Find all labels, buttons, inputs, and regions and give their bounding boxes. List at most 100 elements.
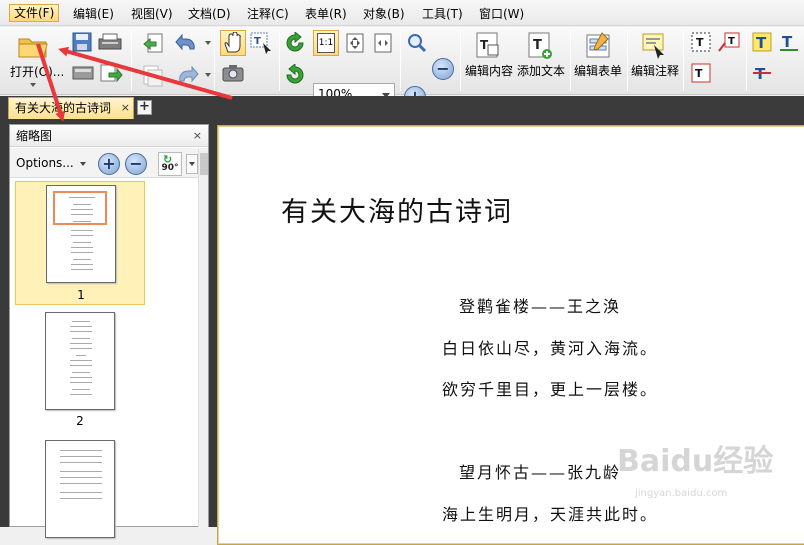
minus-icon: − — [129, 154, 143, 173]
menu-file[interactable]: 文件(F) — [9, 4, 60, 22]
edit-form-label[interactable]: 编辑表单 — [574, 62, 622, 79]
text-box-icon[interactable]: T — [689, 30, 713, 54]
thumbnails-scrollbar[interactable] — [198, 149, 208, 527]
close-icon[interactable]: × — [193, 125, 202, 147]
underline-text-icon[interactable]: T — [777, 30, 801, 54]
thumbnails-panel-header: 缩略图 × — [10, 125, 208, 147]
thumbnails-panel-title: 缩略图 — [16, 129, 53, 143]
undo-icon[interactable] — [172, 31, 202, 57]
options-label: Options... — [16, 156, 74, 170]
rotate-clockwise-icon[interactable] — [282, 30, 308, 56]
toolbar-separator — [746, 31, 747, 91]
folder-icon — [18, 38, 48, 58]
edit-content-icon[interactable]: T — [473, 30, 503, 62]
thumbnail-page-image — [45, 440, 115, 538]
redo-dropdown-caret[interactable] — [205, 73, 211, 77]
menu-window[interactable]: 窗口(W) — [475, 5, 528, 23]
svg-text:T: T — [782, 33, 793, 51]
poem-heading: 登鹳雀楼——王之涣 — [458, 297, 621, 316]
svg-text:T: T — [695, 67, 703, 80]
thumbnail-page-3[interactable] — [15, 438, 145, 538]
scan-icon[interactable] — [70, 61, 96, 85]
menu-form[interactable]: 表单(R) — [301, 5, 351, 23]
edit-form-icon[interactable] — [583, 30, 613, 62]
menu-edit[interactable]: 编辑(E) — [69, 5, 118, 23]
poem-line: 欲穷千里目，更上一层楼。 — [441, 380, 658, 399]
svg-text:T: T — [696, 36, 704, 49]
print-icon[interactable] — [96, 31, 124, 53]
chevron-down-icon — [79, 161, 86, 166]
document-tab-label: 有关大海的古诗词 — [15, 101, 112, 115]
hand-tool-button[interactable] — [220, 30, 246, 56]
edit-content-label[interactable]: 编辑内容 — [465, 62, 513, 79]
rotate-arrow-icon: ↻ — [163, 153, 173, 166]
undo-dropdown-caret[interactable] — [205, 41, 211, 45]
svg-text:T: T — [533, 38, 542, 53]
new-tab-button[interactable]: + — [137, 100, 152, 115]
options-dropdown[interactable]: Options... — [16, 154, 86, 172]
document-title: 有关大海的古诗词 — [281, 197, 513, 228]
select-text-icon[interactable]: T — [248, 30, 274, 56]
save-icon[interactable] — [70, 31, 94, 53]
menu-bar: 文件(F) 编辑(E) 视图(V) 文档(D) 注释(C) 表单(R) 对象(B… — [0, 0, 804, 26]
hand-icon — [224, 32, 241, 53]
menu-tools[interactable]: 工具(T) — [418, 5, 467, 23]
insert-page-icon[interactable] — [141, 31, 165, 57]
fit-page-icon[interactable] — [342, 30, 368, 56]
menu-document[interactable]: 文档(D) — [184, 5, 235, 23]
watermark-url: jingyan.baidu.com — [635, 488, 728, 499]
open-dropdown-caret[interactable] — [30, 83, 36, 87]
highlight-text-icon[interactable]: T — [750, 30, 774, 54]
menu-object[interactable]: 对象(B) — [359, 5, 409, 23]
svg-text:T: T — [254, 36, 261, 47]
edit-annotation-label[interactable]: 编辑注释 — [631, 62, 679, 79]
poem-line: 白日依山尽，黄河入海流。 — [441, 339, 658, 358]
add-text-icon[interactable]: T — [525, 30, 555, 62]
enlarge-thumbnails-button[interactable]: + — [98, 153, 120, 175]
toolbar-separator — [214, 31, 215, 91]
zoom-marquee-icon[interactable] — [404, 30, 430, 56]
strikeout-text-icon[interactable]: T — [750, 61, 774, 85]
minus-icon: − — [436, 59, 450, 78]
menu-comment[interactable]: 注释(C) — [243, 5, 293, 23]
extract-page-icon[interactable] — [141, 63, 165, 89]
thumbnail-page-number: 2 — [76, 414, 84, 428]
thumbnail-page-number: 1 — [77, 288, 85, 302]
actual-size-button[interactable]: 1:1 — [313, 30, 339, 56]
rotate-dropdown-button[interactable] — [186, 154, 198, 174]
toolbar-separator — [400, 31, 401, 91]
document-tab[interactable]: 有关大海的古诗词 × — [8, 97, 134, 119]
redo-icon[interactable] — [172, 63, 202, 89]
toolbar: 打开(O)... T 1:1 100% − T 编辑内容 T 添加文本 编辑表单… — [0, 27, 804, 108]
thumbnail-page-image — [46, 185, 116, 283]
open-button[interactable] — [16, 31, 50, 61]
toolbar-separator — [460, 31, 461, 91]
open-label[interactable]: 打开(O)... — [10, 63, 64, 80]
toolbar-separator — [131, 31, 132, 91]
toolbar-separator — [627, 31, 628, 91]
scrollbar-thumb[interactable] — [200, 153, 208, 175]
close-icon[interactable]: × — [121, 98, 130, 118]
rotate-page-button[interactable]: ↻ 90° — [158, 152, 182, 176]
plus-icon: + — [102, 154, 116, 173]
zoom-out-button[interactable]: − — [432, 58, 454, 80]
toolbar-separator — [570, 31, 571, 91]
document-tab-strip: 有关大海的古诗词 × + — [0, 96, 804, 120]
svg-text:T: T — [756, 34, 767, 52]
thumbnail-page-2[interactable]: 2 — [15, 310, 145, 434]
snapshot-icon[interactable] — [220, 61, 246, 85]
export-icon[interactable] — [98, 61, 124, 85]
rotate-counterclockwise-icon[interactable] — [282, 62, 308, 88]
add-text-label[interactable]: 添加文本 — [517, 62, 565, 79]
menu-view[interactable]: 视图(V) — [127, 5, 177, 23]
typewriter-icon[interactable]: T — [689, 61, 713, 85]
edit-annotation-icon[interactable] — [639, 30, 669, 62]
baidu-watermark: Baidu经验 jingyan.baidu.com — [617, 436, 797, 516]
fit-width-icon[interactable] — [370, 30, 396, 56]
callout-icon[interactable]: T — [716, 30, 742, 54]
toolbar-separator — [279, 31, 280, 91]
watermark-brand: Baidu经验 — [617, 444, 774, 479]
thumbnail-page-1[interactable]: 1 — [15, 181, 145, 305]
thumbnails-panel: 缩略图 × Options... + − ↻ 90° 1 2 — [9, 124, 209, 538]
shrink-thumbnails-button[interactable]: − — [125, 153, 147, 175]
